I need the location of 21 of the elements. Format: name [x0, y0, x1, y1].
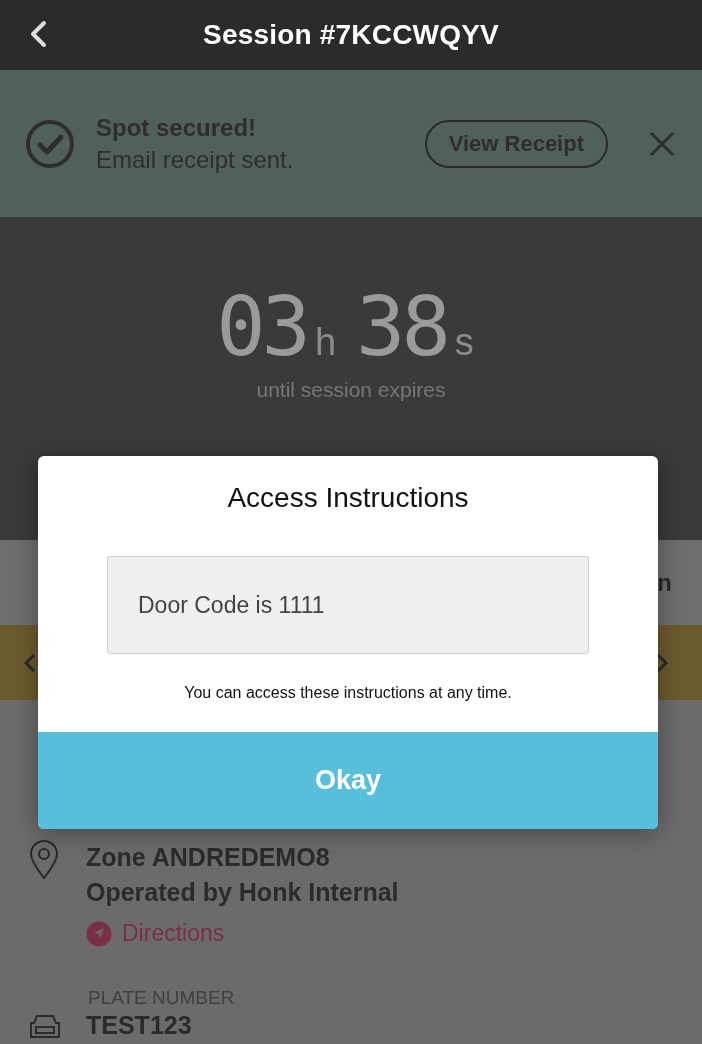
plate-value: TEST123 [86, 1011, 192, 1040]
car-icon [28, 1012, 62, 1039]
dialog-title: Access Instructions [227, 482, 469, 514]
timer-caption: until session expires [256, 378, 446, 402]
hours-value: 03 [216, 279, 307, 374]
row-label: n [657, 568, 672, 597]
seconds-value: 38 [356, 279, 447, 374]
chevron-left-icon [24, 652, 36, 673]
check-circle-icon [24, 117, 76, 170]
back-icon [28, 20, 48, 48]
map-pin-icon [28, 840, 60, 880]
instructions-box: Door Code is 1111 [107, 556, 589, 654]
directions-link[interactable]: Directions [86, 920, 399, 947]
operator-name: Operated by Honk Internal [86, 877, 399, 908]
zone-name: Zone ANDREDEMO8 [86, 842, 331, 873]
hours-unit: h [314, 321, 337, 364]
chevron-right-icon [656, 652, 668, 673]
seconds-unit: s [454, 321, 474, 364]
page-title: Session #7KCCWQYV [203, 19, 499, 51]
okay-button[interactable]: Okay [38, 732, 658, 829]
dialog-note: You can access these instructions at any time. [184, 684, 512, 702]
